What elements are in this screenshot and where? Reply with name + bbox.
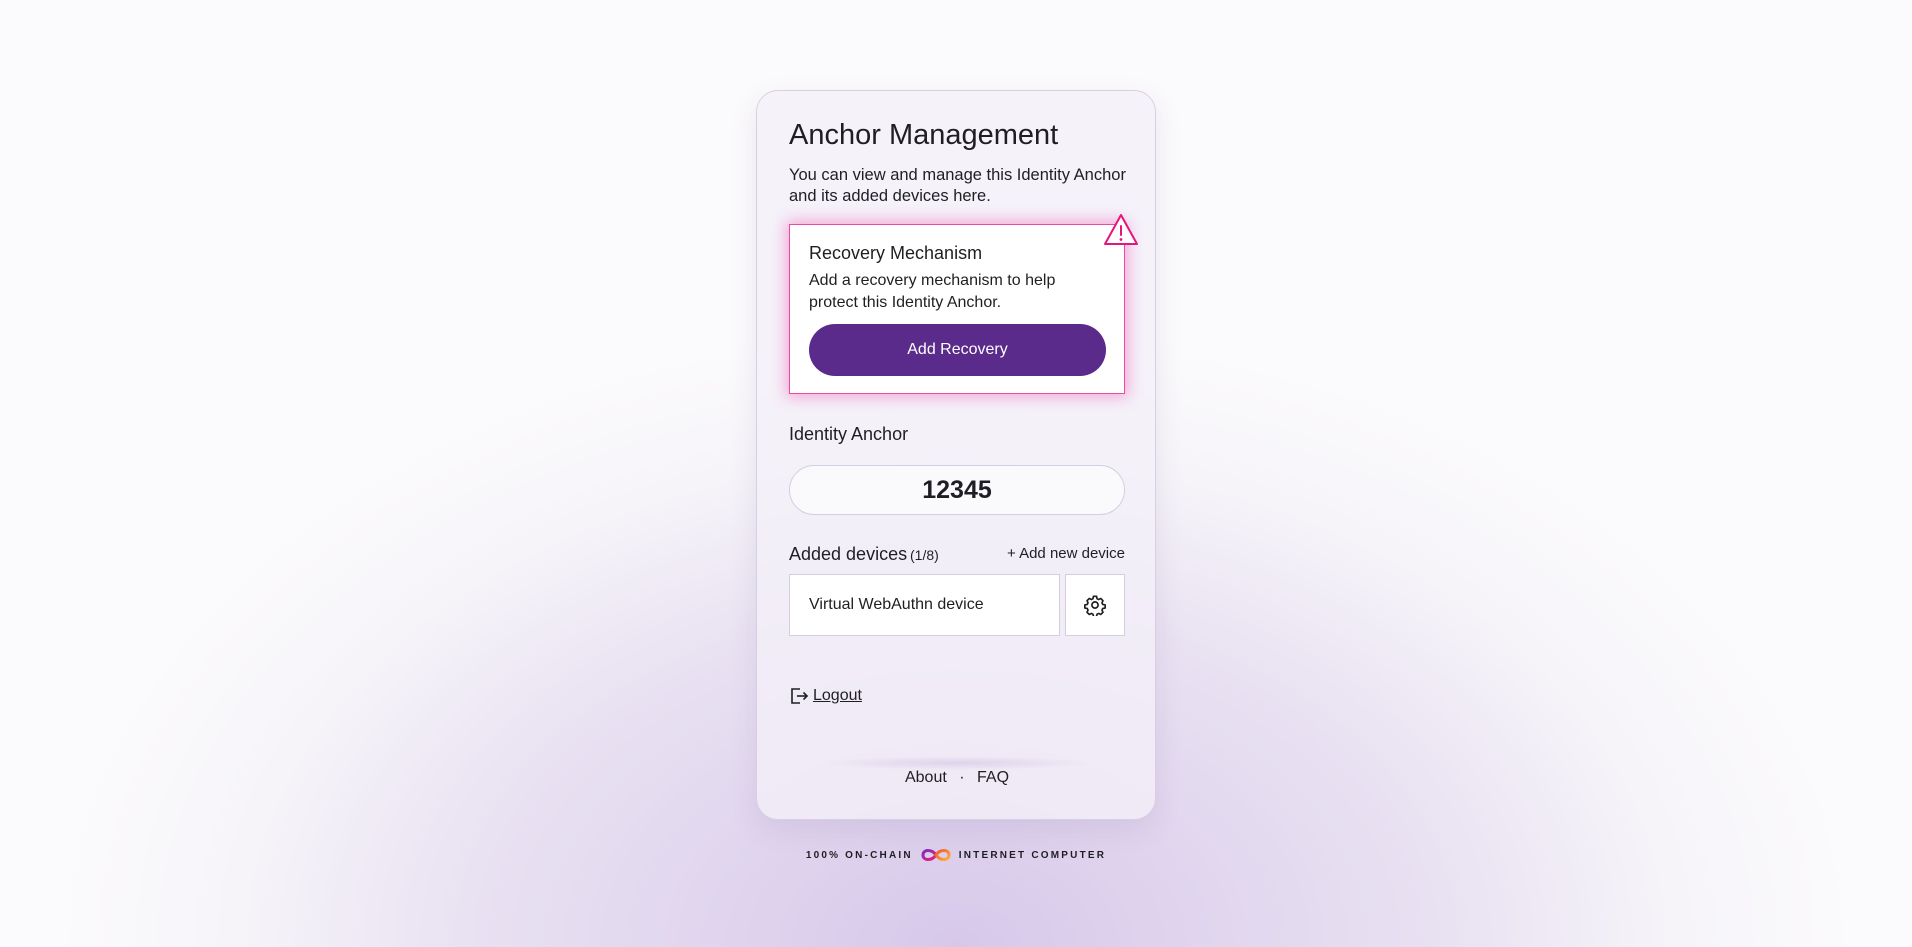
identity-anchor-number: 12345 (789, 465, 1125, 515)
logout-icon (791, 688, 809, 704)
add-recovery-button[interactable]: Add Recovery (809, 324, 1106, 376)
device-settings-button[interactable] (1065, 574, 1125, 636)
gear-icon (1084, 595, 1106, 616)
infinity-logo-icon (921, 849, 951, 861)
warning-triangle-icon (1104, 214, 1138, 245)
footer-separator: · (959, 769, 965, 786)
faq-link[interactable]: FAQ (977, 769, 1009, 786)
footer-links: About · FAQ (757, 769, 1157, 787)
logout-label: Logout (813, 687, 862, 704)
logout-link[interactable]: Logout (789, 686, 862, 706)
recovery-mechanism-panel: Recovery Mechanism Add a recovery mechan… (789, 214, 1138, 394)
identity-anchor-label: Identity Anchor (789, 424, 909, 444)
footer-divider (817, 756, 1097, 770)
add-new-device-link[interactable]: + Add new device (1007, 545, 1125, 562)
recovery-title: Recovery Mechanism (809, 243, 983, 263)
device-name: Virtual WebAuthn device (809, 596, 984, 613)
page-title: Anchor Management (789, 119, 1059, 151)
devices-title: Added devices (789, 544, 908, 564)
devices-count: (1/8) (910, 547, 939, 563)
brand-left-text: 100% ON-CHAIN (805, 849, 913, 861)
device-item: Virtual WebAuthn device (789, 574, 1060, 636)
about-link[interactable]: About (905, 769, 947, 786)
devices-header: Added devices (1/8) + Add new device (789, 542, 1125, 566)
anchor-management-card: Anchor Management You can view and manag… (756, 90, 1156, 820)
recovery-description: Add a recovery mechanism to help protect… (809, 272, 1056, 311)
brand-right-text: INTERNET COMPUTER (958, 849, 1107, 861)
internet-computer-branding: 100% ON-CHAIN INTERNET COMPUTER (756, 845, 1156, 865)
page-intro: You can view and manage this Identity An… (789, 166, 1126, 205)
